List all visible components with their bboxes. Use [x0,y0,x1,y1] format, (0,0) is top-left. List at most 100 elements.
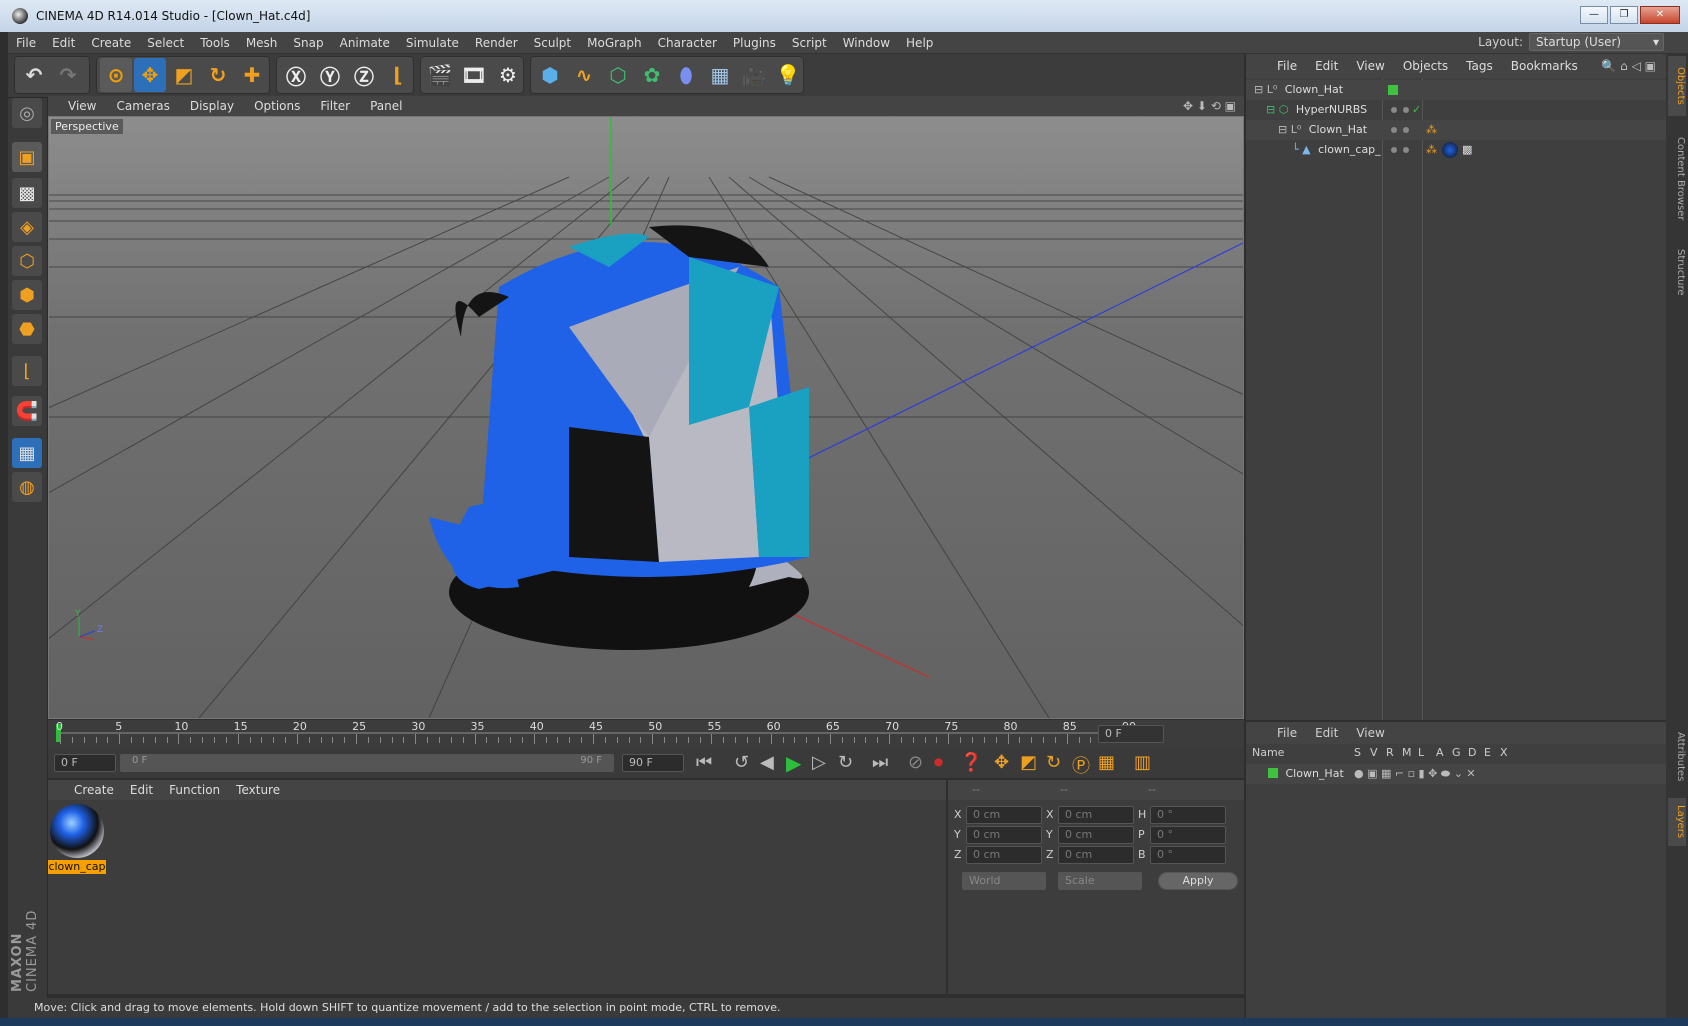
z-axis-lock-icon[interactable]: Ⓩ [348,58,380,92]
render-picture-viewer-icon[interactable]: 🎞 [458,58,490,92]
material-menu-texture[interactable]: Texture [228,783,288,797]
minimize-button[interactable]: — [1580,6,1608,24]
menu-render[interactable]: Render [467,36,526,50]
scale-tool-icon[interactable]: ◩ [168,58,200,92]
layer-menu-view[interactable]: View [1347,726,1393,740]
menu-simulate[interactable]: Simulate [398,36,467,50]
timeline-ruler[interactable]: 051015202530354045505560657075808590 0 F [48,720,1244,748]
material-clown-cap[interactable]: clown_cap [48,802,106,878]
menu-edit[interactable]: Edit [44,36,83,50]
deformer-icon[interactable]: ⬮ [670,58,702,92]
menu-help[interactable]: Help [898,36,941,50]
next-key-icon[interactable]: ↻ [838,752,853,773]
viewport-menu-cameras[interactable]: Cameras [106,99,179,113]
material-menu-edit[interactable]: Edit [122,783,161,797]
layer-color-swatch[interactable] [1268,768,1278,778]
tree-row-clown-cap[interactable]: └ ▲ clown_cap_ ⁂ ▩ [1246,140,1666,160]
enabled-checkmark[interactable]: ✓ [1412,100,1421,120]
rotation-p-field[interactable]: 0 ° [1150,826,1226,844]
tree-row-clown-hat-child[interactable]: ⊟ L⁰ Clown_Hat ⁂ [1246,120,1666,140]
tab-content-browser[interactable]: Content Browser [1668,124,1686,234]
menu-animate[interactable]: Animate [332,36,398,50]
object-search-icon[interactable]: 🔍 ⌂ ◁ ▣ [1601,59,1656,73]
points-mode-icon[interactable]: ⬡ [12,246,42,276]
workplane-mode-icon[interactable]: ◈ [12,212,42,242]
viewport-menu-view[interactable]: View [48,99,106,113]
position-z-field[interactable]: 0 cm [966,846,1042,864]
viewport-menu-filter[interactable]: Filter [310,99,360,113]
tab-structure[interactable]: Structure [1668,242,1686,302]
menu-sculpt[interactable]: Sculpt [526,36,579,50]
viewport-menu-options[interactable]: Options [244,99,310,113]
current-frame-field[interactable]: 0 F [1098,725,1164,743]
x-axis-lock-icon[interactable]: Ⓧ [280,58,312,92]
previous-frame-icon[interactable]: ◀ [760,752,774,773]
rotate-tool-icon[interactable]: ↻ [202,58,234,92]
record-keys-icon[interactable]: ⊘ [908,752,923,773]
uvw-tag-icon[interactable]: ▩ [1462,140,1472,160]
tab-attributes[interactable]: Attributes [1668,722,1686,792]
render-settings-icon[interactable]: ⚙ [492,58,524,92]
polygons-mode-icon[interactable]: ⬣ [12,314,42,344]
menu-script[interactable]: Script [784,36,835,50]
menu-tools[interactable]: Tools [192,36,238,50]
record-rotation-icon[interactable]: ↻ [1046,752,1061,773]
material-tag-icon[interactable] [1442,142,1458,158]
object-menu-edit[interactable]: Edit [1306,59,1347,73]
object-menu-file[interactable]: File [1268,59,1306,73]
scene-floor-icon[interactable]: ▦ [704,58,736,92]
recent-tools-icon[interactable]: ✚ [236,58,268,92]
viewport-menu-panel[interactable]: Panel [360,99,412,113]
spline-icon[interactable]: ∿ [568,58,600,92]
coordinate-system-icon[interactable]: ⌊ [382,58,414,92]
layer-row-clown-hat[interactable]: Clown_Hat ● ▣ ▦ ⌐ ▫ ▮ ✥ ⬬ ⌄ ✕ [1246,764,1666,784]
coordinate-space-dropdown[interactable]: World [962,872,1046,890]
start-frame-field[interactable]: 0 F [54,754,116,772]
render-view-icon[interactable]: 🎬 [424,58,456,92]
nurbs-icon[interactable]: ⬡ [602,58,634,92]
tab-objects[interactable]: Objects [1668,56,1686,116]
menu-character[interactable]: Character [650,36,725,50]
menu-window[interactable]: Window [835,36,898,50]
maximize-button[interactable]: ❐ [1610,6,1638,24]
record-position-icon[interactable]: ✥ [994,752,1009,773]
menu-select[interactable]: Select [139,36,192,50]
viewport-nav-icons[interactable]: ✥ ⬇ ⟲ ▣ [1183,99,1236,113]
go-to-start-icon[interactable]: ⏮ [696,752,712,773]
object-menu-objects[interactable]: Objects [1394,59,1457,73]
previous-key-icon[interactable]: ↺ [734,752,749,773]
apply-button[interactable]: Apply [1158,872,1238,890]
y-axis-lock-icon[interactable]: Ⓨ [314,58,346,92]
redo-icon[interactable]: ↷ [52,58,84,92]
coordinate-mode-dropdown[interactable]: Scale [1058,872,1142,890]
perspective-viewport[interactable]: Y Z Perspective [48,116,1244,719]
next-frame-icon[interactable]: ▷ [812,752,826,773]
record-point-level-icon[interactable]: ▦ [1098,752,1115,773]
tree-row-hypernurbs[interactable]: ⊟ ⬡ HyperNURBS ✓ [1246,100,1666,120]
rotation-b-field[interactable]: 0 ° [1150,846,1226,864]
size-y-field[interactable]: 0 cm [1058,826,1134,844]
object-menu-bookmarks[interactable]: Bookmarks [1502,59,1587,73]
viewport-menu-display[interactable]: Display [180,99,244,113]
axis-mode-icon[interactable]: ⌊ [12,356,42,386]
phong-tag-icon[interactable]: ⁂ [1426,120,1437,140]
menu-plugins[interactable]: Plugins [725,36,784,50]
timeline-window-icon[interactable]: ▥ [1134,752,1151,773]
layer-menu-file[interactable]: File [1268,726,1306,740]
live-selection-icon[interactable]: ⊙ [100,58,132,92]
autokey-icon[interactable]: ⏺ [934,752,943,773]
menu-snap[interactable]: Snap [285,36,331,50]
position-y-field[interactable]: 0 cm [966,826,1042,844]
close-button[interactable]: ✕ [1640,6,1680,24]
position-x-field[interactable]: 0 cm [966,806,1042,824]
record-parameter-icon[interactable]: Ⓟ [1072,752,1090,778]
object-menu-view[interactable]: View [1347,59,1393,73]
move-tool-icon[interactable]: ✥ [134,58,166,92]
material-menu-create[interactable]: Create [66,783,122,797]
menu-file[interactable]: File [8,36,44,50]
keyframe-selection-icon[interactable]: ❓ [960,752,982,773]
play-icon[interactable]: ▶ [786,751,801,775]
layer-menu-edit[interactable]: Edit [1306,726,1347,740]
array-icon[interactable]: ✿ [636,58,668,92]
menu-create[interactable]: Create [83,36,139,50]
